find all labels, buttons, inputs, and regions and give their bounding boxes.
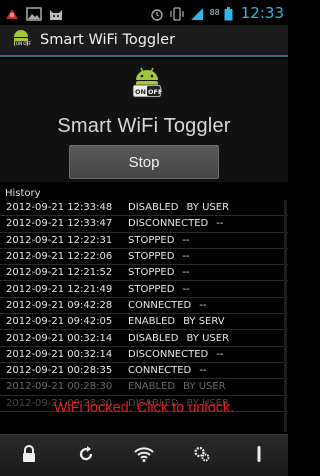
- history-timestamp: 2012-09-21 00:32:14: [6, 332, 113, 344]
- history-row: 2012-09-21 12:33:48 DISABLED BY USER: [0, 200, 288, 217]
- history-row: 2012-09-21 09:42:28 CONNECTED --: [0, 298, 288, 315]
- history-timestamp: 2012-09-21 12:21:49: [6, 283, 113, 295]
- power-icon: [256, 445, 262, 467]
- history-source: --: [199, 365, 207, 377]
- history-event: CONNECTED: [128, 299, 192, 311]
- cat-icon: [48, 6, 64, 20]
- history-timestamp: 2012-09-21 00:28:35: [6, 365, 113, 377]
- image-icon: [26, 6, 42, 21]
- power-button[interactable]: [243, 440, 275, 472]
- history-label: History: [5, 188, 41, 199]
- android-debug-icon: [4, 6, 20, 20]
- history-event: DISABLED: [128, 332, 179, 344]
- history-source: BY USER: [183, 381, 226, 393]
- alarm-icon: [150, 6, 166, 21]
- history-row: 2012-09-21 00:28:35 CONNECTED --: [0, 363, 288, 380]
- history-row: 2012-09-21 12:21:49 STOPPED --: [0, 281, 288, 298]
- app-logo-icon: ON OFF: [10, 27, 32, 53]
- history-timestamp: 2012-09-21 12:22:31: [6, 234, 113, 246]
- action-bar: ON OFF Smart WiFi Toggler: [0, 25, 288, 57]
- stop-button[interactable]: Stop: [69, 145, 219, 179]
- history-event: ENABLED: [128, 316, 176, 328]
- history-source: BY SERV: [183, 316, 225, 328]
- history-row: 2012-09-21 12:33:47 DISCONNECTED --: [0, 216, 288, 233]
- history-row: 2012-09-21 12:22:31 STOPPED --: [0, 233, 288, 249]
- history-source: --: [182, 251, 190, 263]
- wifi-icon: [134, 446, 154, 466]
- history-event: DISCONNECTED: [128, 218, 209, 230]
- history-timestamp: 2012-09-21 00:32:14: [6, 348, 113, 360]
- history-timestamp: 2012-09-21 00:28:30: [6, 381, 113, 393]
- history-source: --: [182, 267, 190, 279]
- signal-icon: [190, 6, 206, 20]
- toast-message[interactable]: WiFi locked. Click to unlock.: [0, 400, 288, 416]
- app-logo-large-icon: ON OFF: [130, 65, 164, 105]
- history-row: 2012-09-21 09:42:05 ENABLED BY SERV: [0, 314, 288, 331]
- status-clock: 12:33: [240, 3, 284, 22]
- history-timestamp: 2012-09-21 12:33:48: [6, 202, 113, 214]
- history-event: ENABLED: [128, 381, 176, 393]
- history-list[interactable]: 2012-09-21 12:33:48 DISABLED BY USER 2012-0…: [0, 200, 288, 412]
- history-row: 2012-09-21 00:28:30 ENABLED BY USER: [0, 379, 288, 396]
- history-timestamp: 2012-09-21 12:33:47: [6, 218, 113, 230]
- vibrate-icon: [169, 6, 186, 21]
- history-row: 2012-09-21 12:21:52 STOPPED --: [0, 265, 288, 282]
- history-event: DISABLED: [128, 202, 179, 214]
- history-timestamp: 2012-09-21 09:42:28: [6, 299, 113, 311]
- logo-off-text: OFF: [148, 88, 162, 96]
- refresh-button[interactable]: [70, 440, 102, 472]
- settings-button[interactable]: [186, 440, 218, 472]
- history-timestamp: 2012-09-21 09:42:05: [6, 316, 113, 328]
- status-bar: 88 12:33: [0, 0, 288, 25]
- scrollbar[interactable]: [284, 200, 287, 432]
- history-timestamp: 2012-09-21 12:22:06: [6, 251, 113, 263]
- svg-text:ON OFF: ON OFF: [16, 41, 32, 46]
- battery-percent: 88: [209, 8, 220, 17]
- app-title: Smart WiFi Toggler: [40, 32, 176, 48]
- history-row: 2012-09-21 00:32:14 DISCONNECTED --: [0, 347, 288, 363]
- history-event: CONNECTED: [128, 365, 192, 377]
- history-source: --: [216, 348, 224, 360]
- history-source: --: [199, 299, 207, 311]
- wifi-button[interactable]: [128, 440, 160, 472]
- history-event: STOPPED: [128, 234, 175, 246]
- history-source: --: [182, 283, 190, 295]
- refresh-icon: [77, 445, 95, 467]
- lock-icon: [21, 444, 37, 467]
- history-source: BY USER: [186, 202, 230, 214]
- history-event: STOPPED: [128, 283, 175, 295]
- history-row: 2012-09-21 12:22:06 STOPPED --: [0, 249, 288, 266]
- lock-button[interactable]: [13, 440, 45, 472]
- page-title: Smart WiFi Toggler: [57, 115, 231, 137]
- history-source: --: [182, 234, 190, 246]
- history-event: DISCONNECTED: [128, 348, 209, 360]
- logo-on-text: ON: [135, 88, 146, 96]
- history-row: 2012-09-21 00:32:14 DISABLED BY USER: [0, 330, 288, 347]
- history-source: --: [216, 218, 224, 230]
- battery-icon: [224, 6, 233, 20]
- history-source: BY USER: [186, 332, 230, 344]
- settings-icon: [193, 445, 211, 467]
- history-event: STOPPED: [128, 267, 175, 279]
- history-event: STOPPED: [128, 251, 175, 263]
- history-timestamp: 2012-09-21 12:21:52: [6, 267, 113, 279]
- bottom-toolbar: [0, 434, 288, 476]
